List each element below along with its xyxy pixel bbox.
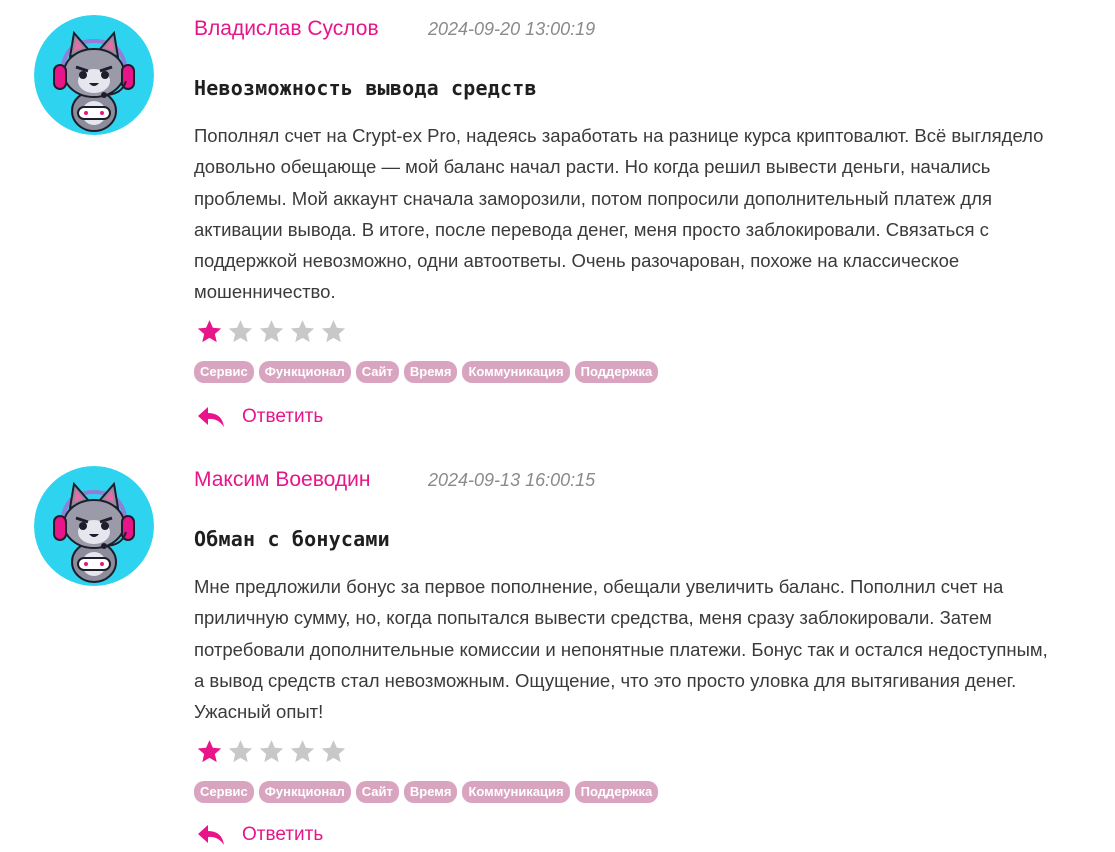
review-body-line: потребовали дополнительные комиссии и не… <box>194 638 1048 660</box>
review-body-line: приличную сумму, но, когда попытался выв… <box>194 607 992 629</box>
tag-site[interactable]: Сайт <box>355 781 399 803</box>
star-rating <box>194 738 349 766</box>
reply-label: Ответить <box>242 824 324 845</box>
reply-button[interactable]: Ответить <box>196 405 323 429</box>
tag-support[interactable]: Поддержка <box>574 781 659 803</box>
tag-time[interactable]: Время <box>403 781 458 803</box>
review-body-line: активации вывода. В итоге, после перевод… <box>194 218 989 240</box>
tag-communication[interactable]: Коммуникация <box>462 781 570 803</box>
tag-functionality[interactable]: Функционал <box>258 781 351 803</box>
review-header: Владислав Суслов 2024-09-20 13:00:19 <box>194 14 595 44</box>
star-empty-icon <box>318 738 349 766</box>
review-body-line: проблемы. Мой аккаунт сначала заморозили… <box>194 187 992 209</box>
star-empty-icon <box>287 738 318 766</box>
star-empty-icon <box>256 738 287 766</box>
tag-site[interactable]: Сайт <box>355 361 399 383</box>
star-empty-icon <box>225 738 256 766</box>
tag-list: Сервис Функционал Сайт Время Коммуникаци… <box>194 781 659 803</box>
review-header: Максим Воеводин 2024-09-13 16:00:15 <box>194 465 595 495</box>
review-body-line: поддержкой невозможно, одни автоответы. … <box>194 250 960 272</box>
review-body-line: а вывод средств стал невозможным. Ощущен… <box>194 669 1017 691</box>
reply-arrow-icon <box>196 405 226 429</box>
review-date: 2024-09-13 16:00:15 <box>428 469 596 490</box>
review-date: 2024-09-20 13:00:19 <box>428 18 596 39</box>
star-rating <box>194 318 349 346</box>
review-body: Пополнял счет на Crypt-ex Pro, надеясь з… <box>194 120 1109 308</box>
star-empty-icon <box>318 318 349 346</box>
star-filled-icon <box>194 318 225 346</box>
review-body-line: мошенничество. <box>194 281 336 303</box>
star-filled-icon <box>194 738 225 766</box>
tag-support[interactable]: Поддержка <box>574 361 659 383</box>
review-title: Обман с бонусами <box>194 527 390 551</box>
review-body: Мне предложили бонус за первое пополнени… <box>194 571 1109 727</box>
star-empty-icon <box>225 318 256 346</box>
review-body-line: довольно обещающе — мой баланс начал рас… <box>194 156 991 178</box>
author-name[interactable]: Максим Воеводин <box>194 468 428 492</box>
star-empty-icon <box>256 318 287 346</box>
reply-arrow-icon <box>196 823 226 847</box>
review-body-line: Ужасный опыт! <box>194 701 324 723</box>
tag-service[interactable]: Сервис <box>194 361 254 383</box>
review-body-line: Пополнял счет на Crypt-ex Pro, надеясь з… <box>194 125 1044 146</box>
tag-list: Сервис Функционал Сайт Время Коммуникаци… <box>194 361 659 383</box>
star-empty-icon <box>287 318 318 346</box>
tag-service[interactable]: Сервис <box>194 781 254 803</box>
reply-label: Ответить <box>242 406 324 427</box>
tag-time[interactable]: Время <box>403 361 458 383</box>
tag-functionality[interactable]: Функционал <box>258 361 351 383</box>
review-title: Невозможность вывода средств <box>194 76 537 100</box>
reply-button[interactable]: Ответить <box>196 823 323 847</box>
tag-communication[interactable]: Коммуникация <box>462 361 570 383</box>
cat-gamer-avatar-icon <box>34 15 154 135</box>
review-body-line: Мне предложили бонус за первое пополнени… <box>194 576 1004 597</box>
author-name[interactable]: Владислав Суслов <box>194 17 428 41</box>
cat-gamer-avatar-icon <box>34 466 154 586</box>
